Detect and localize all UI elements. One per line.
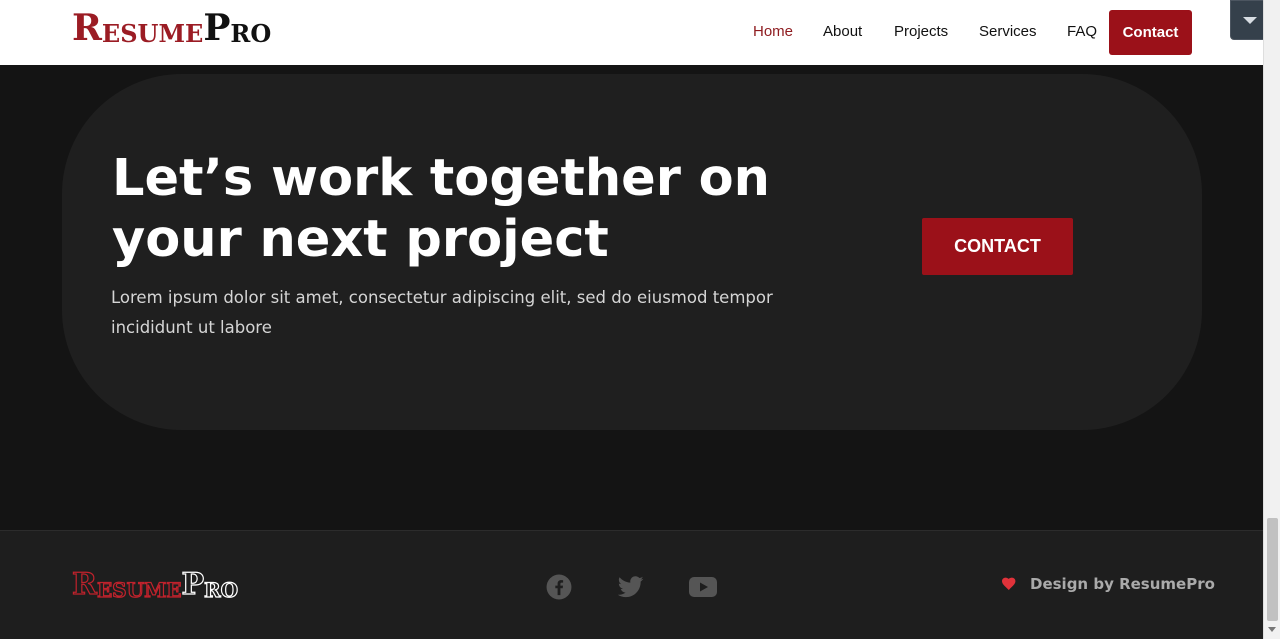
cta-description: Lorem ipsum dolor sit amet, consectetur … [111,288,773,337]
cta-title-line2: your next project [112,210,609,269]
heart-icon [1002,577,1016,591]
chevron-down-icon [1242,16,1257,24]
scrollbar-thumb[interactable] [1267,518,1278,621]
footer-logo-letter-p: P [181,567,205,602]
footer-logo-letter-r: R [71,567,97,602]
twitter-icon[interactable] [617,573,645,601]
footer-credit: Design by ResumePro [1002,575,1215,593]
main-nav: Home About Projects Services FAQ Contact [0,10,1263,55]
cta-title-line1: Let’s work together on [112,149,770,208]
footer-logo-word-esume: ESUME [96,578,182,602]
nav-projects[interactable]: Projects [894,23,948,40]
footer-credit-text: Design by ResumePro [1030,575,1215,593]
nav-faq[interactable]: FAQ [1067,23,1097,40]
site-footer: R ESUME P RO Design by ResumePro [0,530,1263,639]
nav-about[interactable]: About [823,23,862,40]
cta-contact-button[interactable]: CONTACT [922,218,1073,275]
nav-home[interactable]: Home [753,23,793,40]
site-header: R ESUME P RO Home About Projects Services F… [0,0,1263,65]
scroll-down-arrow-icon[interactable] [1268,627,1276,632]
facebook-icon[interactable] [545,573,573,601]
nav-contact-button[interactable]: Contact [1109,10,1192,55]
cta-card: Let’s work together on your next project… [62,74,1202,430]
footer-logo[interactable]: R ESUME P RO [71,567,239,602]
nav-services[interactable]: Services [979,23,1037,40]
footer-logo-word-ro: RO [203,578,239,602]
page-scrollbar[interactable] [1263,0,1280,639]
cta-title: Let’s work together on your next project [112,148,812,270]
youtube-icon[interactable] [689,573,717,601]
